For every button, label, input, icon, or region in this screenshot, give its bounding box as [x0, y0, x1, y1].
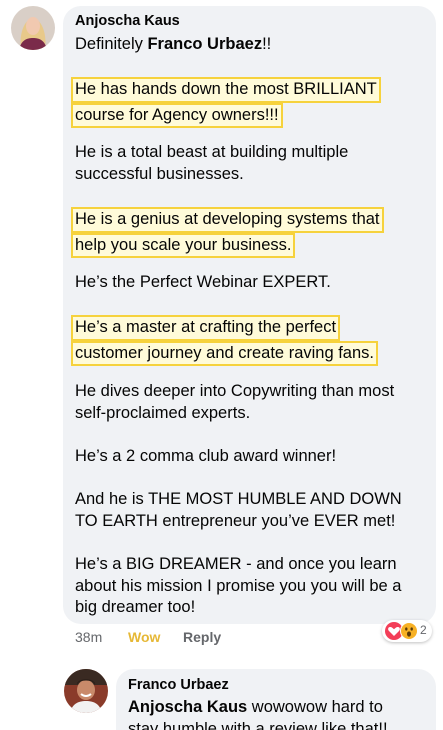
highlighted-text: He’s a master at crafting the perfect	[71, 315, 341, 341]
comment-paragraph: He’s the Perfect Webinar EXPERT.	[75, 273, 331, 291]
comment-text: wowowow hard to	[247, 698, 383, 716]
comment-timestamp[interactable]: 38m	[75, 629, 102, 645]
comment-text: successful businesses.	[75, 164, 244, 183]
highlighted-text: customer journey and create raving fans.	[71, 340, 378, 366]
comment-paragraph: He is a total beast at building multiple…	[75, 142, 348, 185]
comment-paragraph: And he is THE MOST HUMBLE AND DOWN TO EA…	[75, 489, 402, 532]
wow-face-icon	[400, 622, 418, 640]
highlighted-text: course for Agency owners!!!	[71, 102, 283, 128]
mention-link[interactable]: Anjoscha Kaus	[128, 698, 247, 716]
reply-text: Anjoscha Kaus wowowow hard to stay humbl…	[128, 697, 388, 730]
highlighted-paragraph: He’s a master at crafting the perfect cu…	[71, 315, 378, 366]
wow-reaction-button[interactable]: Wow	[128, 629, 160, 645]
highlighted-paragraph: He is a genius at developing systems tha…	[71, 207, 384, 258]
comment-text: He dives deeper into Copywriting than mo…	[75, 382, 395, 400]
reaction-summary[interactable]: 2	[382, 620, 432, 642]
comment-text: big dreamer too!	[75, 598, 196, 616]
comment-text: !!	[262, 35, 272, 53]
highlighted-paragraph: He has hands down the most BRILLIANT cou…	[71, 77, 381, 128]
reaction-count: 2	[420, 623, 427, 637]
highlighted-text: He has hands down the most BRILLIANT	[71, 77, 381, 103]
comment-text: He’s a BIG DREAMER - and once you learn	[75, 555, 397, 573]
comment-text: self-proclaimed experts.	[75, 403, 251, 422]
avatar-franco[interactable]	[64, 669, 108, 713]
comment-paragraph: He dives deeper into Copywriting than mo…	[75, 381, 394, 424]
comment-paragraph: He’s a BIG DREAMER - and once you learn …	[75, 554, 402, 619]
highlighted-text: He is a genius at developing systems tha…	[71, 207, 384, 233]
comment-author[interactable]: Anjoscha Kaus	[75, 13, 180, 29]
comment-line: Definitely Franco Urbaez!!	[75, 34, 271, 56]
comment-text: stay humble with a review like that!!	[128, 719, 388, 730]
highlighted-text: help you scale your business.	[71, 232, 296, 258]
reply-author[interactable]: Franco Urbaez	[128, 677, 229, 693]
reply-button[interactable]: Reply	[183, 629, 221, 645]
comment-text: TO EARTH entrepreneur you’ve EVER met!	[75, 511, 396, 530]
comment-text: about his mission I promise you you will…	[75, 576, 402, 595]
avatar-anjoscha[interactable]	[11, 6, 55, 50]
comment-text: And he is THE MOST HUMBLE AND DOWN	[75, 490, 402, 508]
comment-paragraph: He’s a 2 comma club award winner!	[75, 447, 337, 465]
mention-link[interactable]: Franco Urbaez	[147, 35, 262, 53]
comment-text: Definitely	[75, 35, 148, 53]
comment-text: He is a total beast at building multiple	[75, 143, 349, 161]
